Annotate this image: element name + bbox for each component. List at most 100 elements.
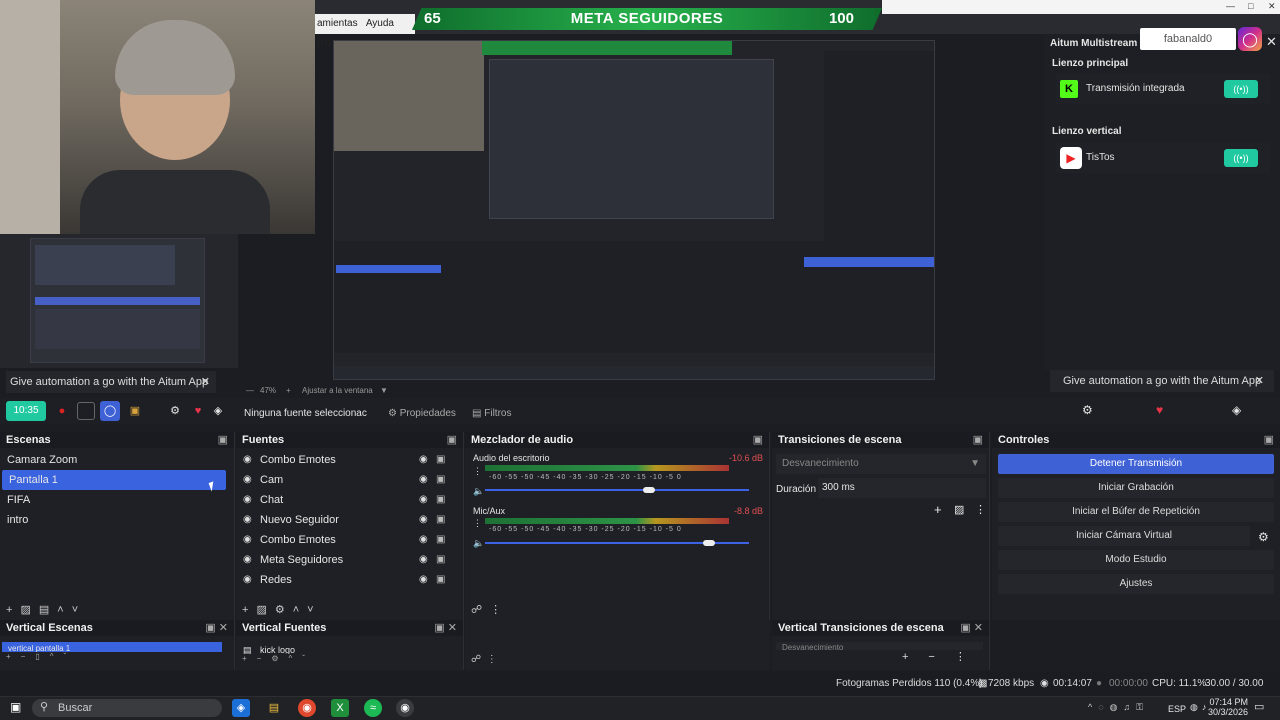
lock-icon[interactable]: ▣ xyxy=(436,550,445,570)
stop-stream-button[interactable]: Detener Transmisión xyxy=(998,454,1274,474)
eye-icon[interactable]: ◉ xyxy=(419,510,428,530)
lock-icon[interactable]: ▣ xyxy=(436,470,445,490)
speaker-icon[interactable]: 🔈 xyxy=(473,486,484,497)
discord-icon[interactable]: ◈ xyxy=(208,401,228,421)
dock-float-icon[interactable]: ▣ xyxy=(753,432,763,448)
virtual-camera-icon[interactable]: ◯ xyxy=(100,401,120,421)
chrome-icon[interactable]: ◉ xyxy=(298,699,316,717)
dock-close-icon[interactable]: ▣ ✕ xyxy=(960,620,983,636)
copilot-icon[interactable]: ◈ xyxy=(232,699,250,717)
dock-float-icon[interactable]: ▣ xyxy=(973,432,983,448)
menu-item-tools[interactable]: amientas xyxy=(317,18,358,29)
live-timer-button[interactable]: 10:35 xyxy=(6,401,46,421)
vertical-stream-toggle[interactable]: ((•)) xyxy=(1224,149,1258,167)
add-icon[interactable]: + xyxy=(242,604,256,616)
source-item[interactable]: ◉ Nuevo Seguidor ◉ ▣ xyxy=(236,510,463,530)
lock-icon[interactable]: ▣ xyxy=(436,510,445,530)
start-virtual-camera-button[interactable]: Iniciar Cámara Virtual xyxy=(998,526,1250,546)
multistream-discord-icon[interactable]: ◈ xyxy=(1232,403,1241,417)
notification-icon[interactable]: ▭ xyxy=(1254,700,1264,713)
source-item[interactable]: ◉ Combo Emotes ◉ ▣ xyxy=(236,450,463,470)
vertical-scene-item[interactable]: vertical pantalla 1 xyxy=(2,642,222,652)
minimize-icon[interactable]: — xyxy=(1226,1,1235,11)
speaker-icon[interactable]: 🔈 xyxy=(473,538,484,549)
dock-float-icon[interactable]: ▣ xyxy=(447,432,457,448)
remove-transition-icon[interactable]: ▨ xyxy=(954,503,964,516)
spotify-icon[interactable]: ≈ xyxy=(364,699,382,717)
source-item[interactable]: ◉ Redes ◉ ▣ xyxy=(236,570,463,590)
volume-knob[interactable] xyxy=(703,540,716,546)
track-options-icon[interactable]: ⋮ xyxy=(473,466,482,477)
zoom-out-icon[interactable]: — xyxy=(246,386,254,395)
zoom-in-icon[interactable]: + xyxy=(286,386,291,395)
transition-options-icon[interactable]: ⋮ xyxy=(975,503,986,516)
heart-icon[interactable]: ♥ xyxy=(188,401,208,421)
track-options-icon[interactable]: ⋮ xyxy=(473,518,482,529)
transition-select[interactable]: Desvanecimiento ▼ xyxy=(776,454,986,474)
up-icon[interactable]: ˄ xyxy=(293,604,307,616)
scene-item[interactable]: Camara Zoom xyxy=(0,450,234,470)
scene-item-selected[interactable]: Pantalla 1 xyxy=(2,470,226,490)
add-transition-icon[interactable]: + xyxy=(934,502,942,517)
settings-button[interactable]: Ajustes xyxy=(998,574,1274,594)
lock-icon[interactable]: ▣ xyxy=(436,490,445,510)
mixer-link-icon[interactable]: ☍ xyxy=(471,654,481,665)
zoom-fit-label[interactable]: Ajustar a la ventana xyxy=(302,386,373,395)
dock-close-icon[interactable]: ▣ ✕ xyxy=(205,620,228,636)
trash-icon[interactable]: ▨ xyxy=(256,604,274,616)
filter-icon[interactable]: ▤ xyxy=(39,604,57,616)
lock-icon[interactable]: ▣ xyxy=(436,570,445,590)
multistream-automation-close-icon[interactable]: ✕ xyxy=(1255,370,1264,392)
tray-icons[interactable]: ^◌◍♫⚿ xyxy=(1088,702,1149,713)
eye-icon[interactable]: ◉ xyxy=(419,490,428,510)
close-icon[interactable]: ✕ xyxy=(1268,1,1276,12)
vertical-transition-select[interactable]: Desvanecimiento xyxy=(776,642,983,650)
down-icon[interactable]: ˅ xyxy=(72,604,86,616)
scene-item[interactable]: intro xyxy=(0,510,234,530)
multistream-heart-icon[interactable]: ♥ xyxy=(1156,403,1163,417)
dock-close-icon[interactable]: ▣ ✕ xyxy=(434,620,457,636)
principal-stream-toggle[interactable]: ((•)) xyxy=(1224,80,1258,98)
lock-icon[interactable]: ▣ xyxy=(436,530,445,550)
multistream-settings-icon[interactable]: ⚙ xyxy=(1082,403,1093,417)
taskbar-search[interactable]: Buscar xyxy=(32,699,222,717)
left-automation-close-icon[interactable]: ✕ xyxy=(201,371,210,393)
add-icon[interactable]: + xyxy=(6,604,20,616)
volume-slider[interactable] xyxy=(485,489,749,491)
language-indicator[interactable]: ESP xyxy=(1168,704,1186,714)
down-icon[interactable]: ˅ xyxy=(307,604,321,616)
volume-knob[interactable] xyxy=(642,487,655,493)
clock[interactable]: 07:14 PM 30/3/2026 xyxy=(1208,697,1248,717)
record-icon[interactable]: ● xyxy=(52,401,72,421)
start-recording-button[interactable]: Iniciar Grabación xyxy=(998,478,1274,498)
file-explorer-icon[interactable]: ▤ xyxy=(265,699,283,717)
eye-icon[interactable]: ◉ xyxy=(419,470,428,490)
source-item[interactable]: ◉ Meta Seguidores ◉ ▣ xyxy=(236,550,463,570)
maximize-icon[interactable]: □ xyxy=(1248,1,1253,11)
properties-button[interactable]: ⚙ Propiedades xyxy=(388,408,456,419)
studio-mode-button[interactable]: Modo Estudio xyxy=(998,550,1274,570)
trash-icon[interactable]: ▨ xyxy=(20,604,38,616)
source-item[interactable]: ◉ Combo Emotes ◉ ▣ xyxy=(236,530,463,550)
source-item[interactable]: ◉ Cam ◉ ▣ xyxy=(236,470,463,490)
zoom-dropdown-icon[interactable]: ▼ xyxy=(380,386,388,395)
mixer-options-icon[interactable]: ⋮ xyxy=(487,654,497,665)
studio-mode-icon[interactable] xyxy=(77,402,95,420)
eye-icon[interactable]: ◉ xyxy=(419,570,428,590)
replay-buffer-icon[interactable]: ▣ xyxy=(125,401,145,421)
mixer-link-icon[interactable]: ☍ xyxy=(471,604,490,616)
gear-icon[interactable]: ⚙ xyxy=(275,604,293,616)
multistream-close-icon[interactable]: ✕ xyxy=(1266,34,1277,50)
source-item[interactable]: ◉ Chat ◉ ▣ xyxy=(236,490,463,510)
settings-gear-icon[interactable]: ⚙ xyxy=(165,401,185,421)
virtual-camera-gear-icon[interactable]: ⚙ xyxy=(1258,530,1269,544)
duration-input[interactable]: 300 ms xyxy=(818,478,986,498)
eye-icon[interactable]: ◉ xyxy=(419,530,428,550)
eye-icon[interactable]: ◉ xyxy=(419,450,428,470)
dock-float-icon[interactable]: ▣ xyxy=(218,432,228,448)
start-replay-buffer-button[interactable]: Iniciar el Búfer de Repetición xyxy=(998,502,1274,522)
dock-float-icon[interactable]: ▣ xyxy=(1264,432,1274,448)
scene-item[interactable]: FIFA xyxy=(0,490,234,510)
eye-icon[interactable]: ◉ xyxy=(419,550,428,570)
windows-start-icon[interactable]: ▣ xyxy=(10,700,21,714)
